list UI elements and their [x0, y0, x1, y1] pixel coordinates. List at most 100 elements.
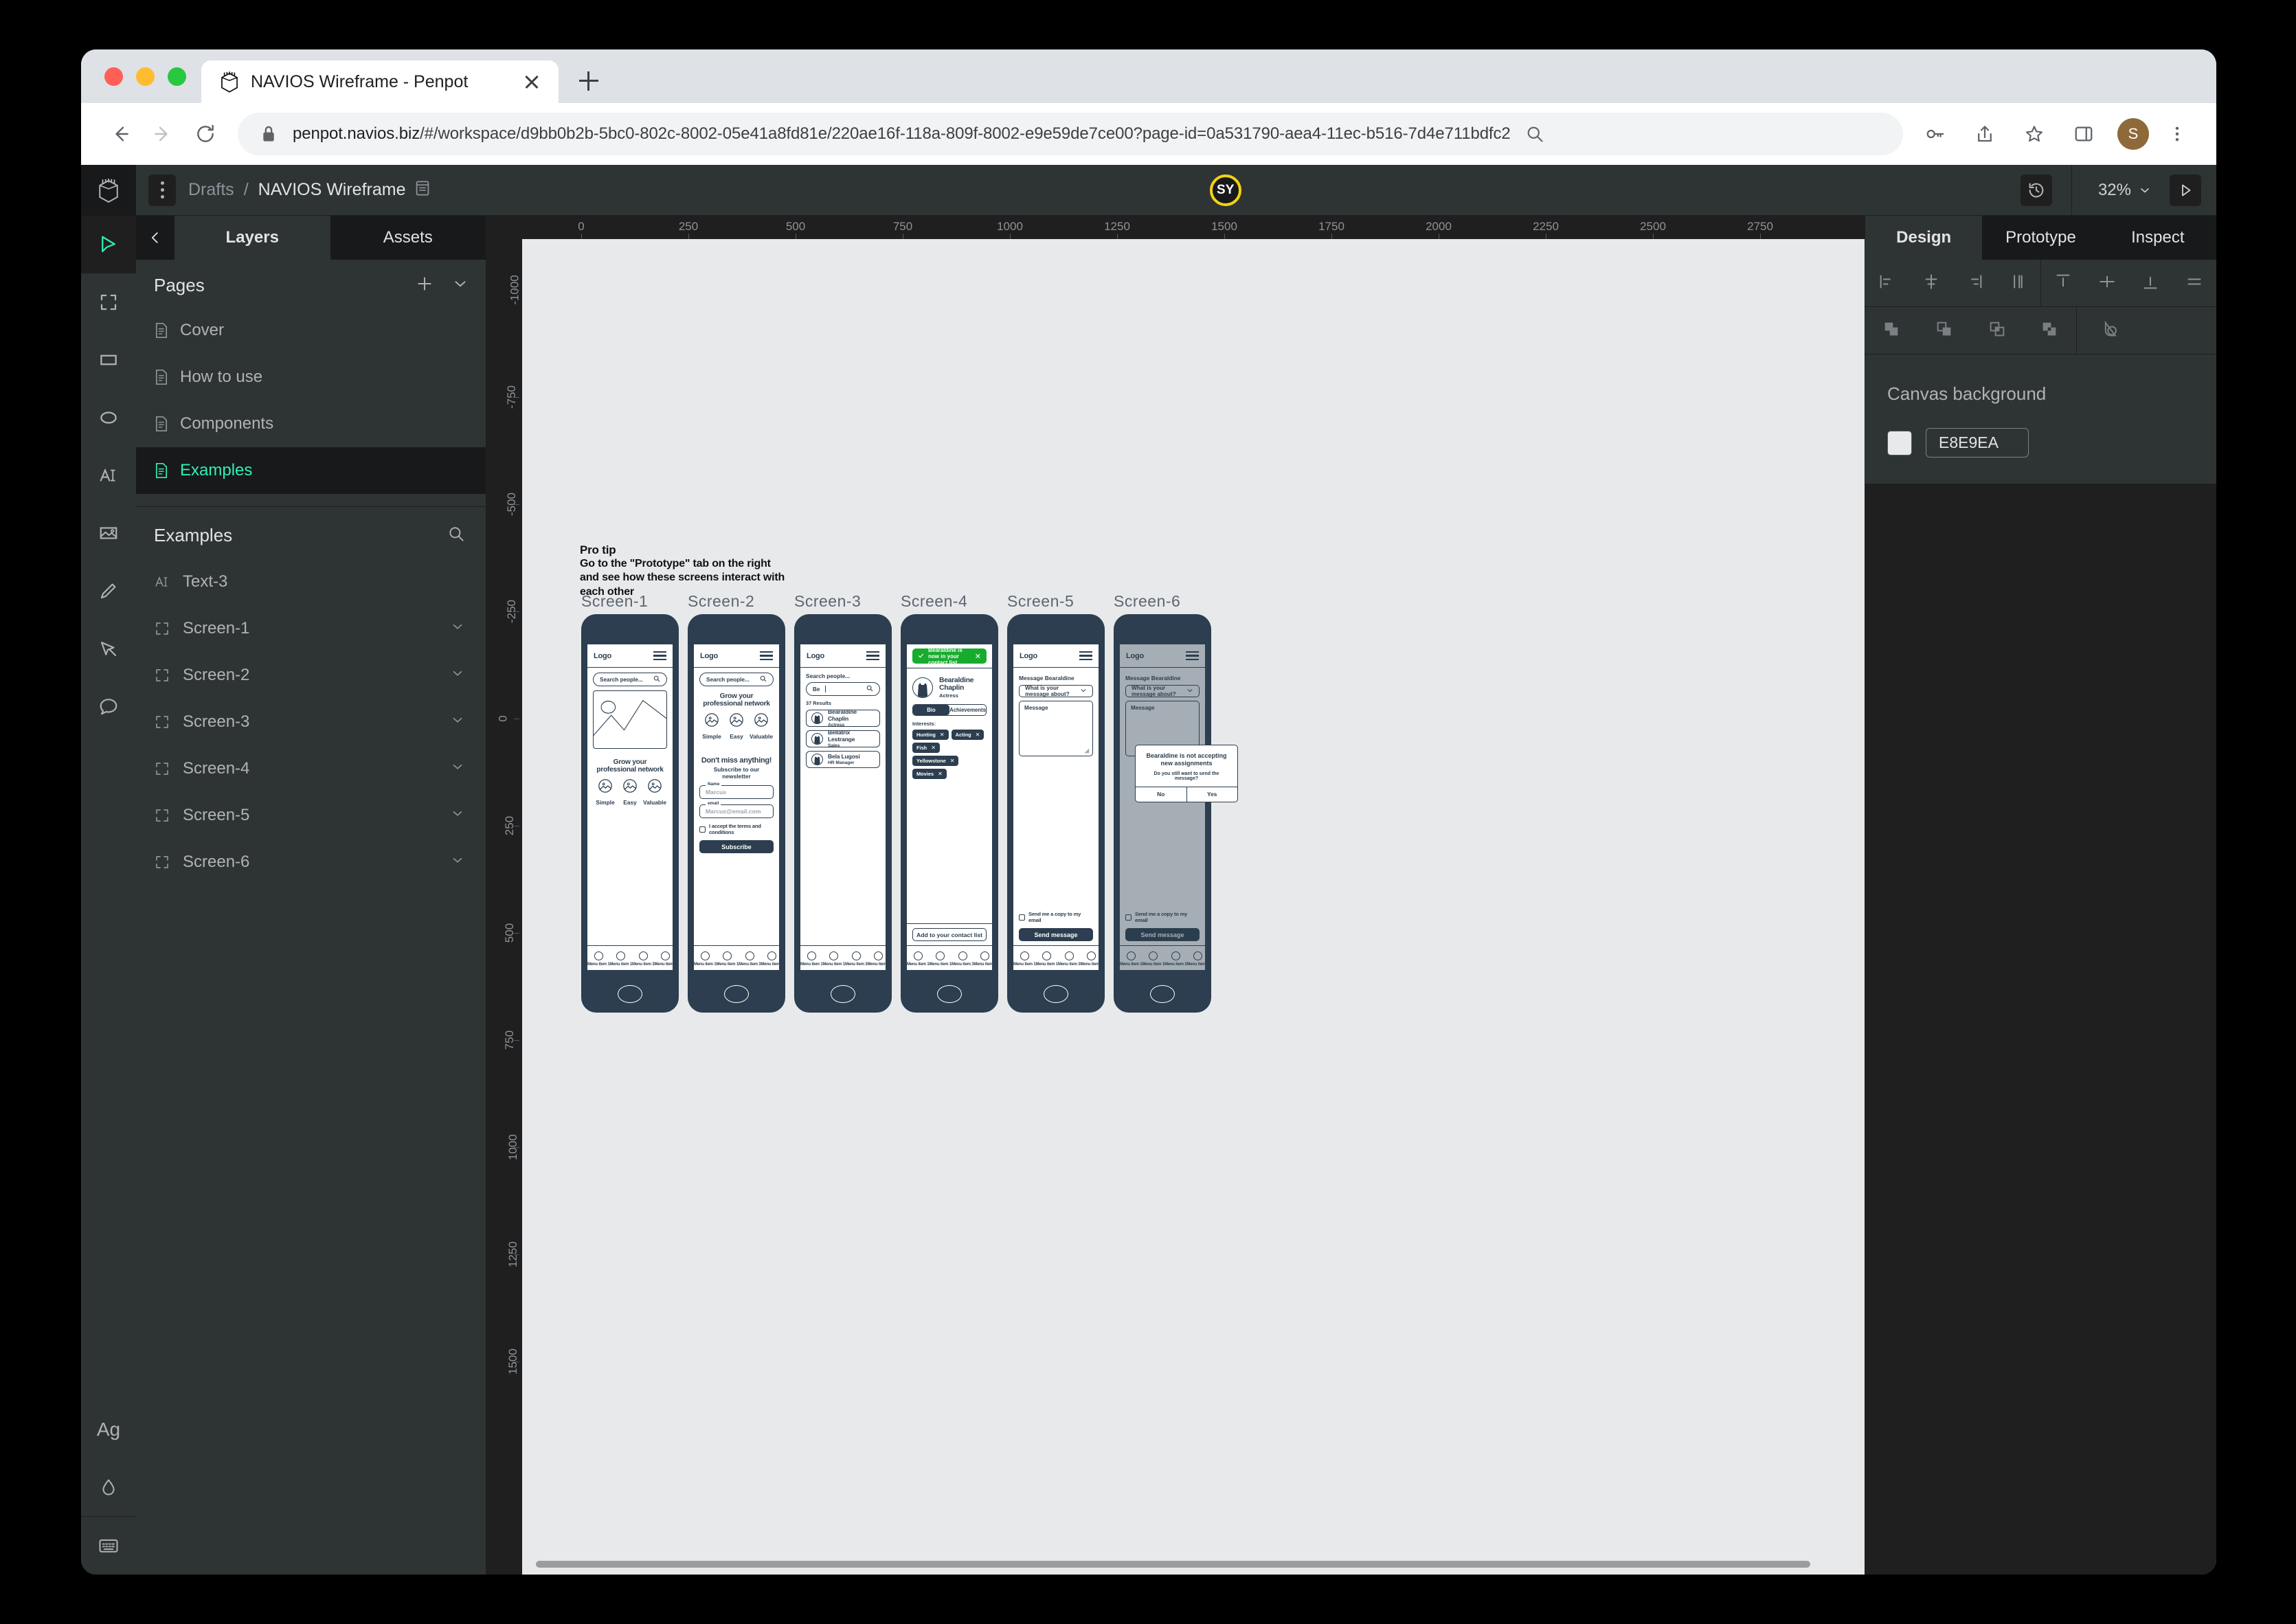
penpot-logo-icon[interactable]	[81, 164, 136, 216]
nav-item[interactable]: Menu item 1	[587, 951, 610, 967]
reload-button[interactable]	[184, 113, 227, 155]
layer-item-screen-3[interactable]: Screen-3	[136, 699, 486, 745]
browser-menu-icon[interactable]	[2156, 113, 2198, 155]
exclude-icon[interactable]	[2040, 319, 2059, 342]
library-icon[interactable]	[415, 180, 430, 200]
home-button[interactable]	[1150, 985, 1175, 1003]
nav-item[interactable]: Menu item 1	[929, 951, 952, 967]
hex-input[interactable]: E8E9EA	[1926, 428, 2029, 458]
comment-tool[interactable]	[81, 677, 136, 735]
remove-chip-icon[interactable]: ✕	[940, 732, 945, 738]
pointer-tool[interactable]	[81, 216, 136, 273]
nav-item[interactable]: Menu item 1	[1013, 951, 1036, 967]
layer-item-screen-1[interactable]: Screen-1	[136, 605, 486, 652]
color-swatch[interactable]	[1887, 430, 1912, 455]
tab-inspect[interactable]: Inspect	[2100, 216, 2216, 260]
screen-2-board[interactable]: Logo Search people... Grow your professi…	[688, 614, 785, 1013]
align-vertical-center-icon[interactable]	[2097, 272, 2117, 295]
hamburger-menu-icon[interactable]	[1079, 651, 1092, 660]
message-textarea[interactable]: Message	[1019, 701, 1093, 756]
copy-checkbox-row[interactable]: Send me a copy to my email	[1019, 911, 1093, 923]
align-bottom-icon[interactable]	[2141, 272, 2160, 295]
home-button[interactable]	[724, 985, 749, 1003]
ellipse-tool[interactable]	[81, 389, 136, 447]
hamburger-menu-icon[interactable]	[866, 651, 879, 660]
dialog-no-button[interactable]: No	[1136, 787, 1186, 802]
tab-bio[interactable]: Bio	[913, 705, 949, 715]
nav-item[interactable]: Menu item 3	[1058, 951, 1081, 967]
intersection-icon[interactable]	[1988, 319, 2007, 342]
collapse-pages-icon[interactable]	[451, 275, 469, 296]
screen-5-board[interactable]: Logo Message Bearaldine What is your mes…	[1007, 614, 1105, 1013]
side-panel-icon[interactable]	[2062, 113, 2105, 155]
nav-item[interactable]: Menu item 1	[716, 951, 739, 967]
text-tool[interactable]	[81, 447, 136, 504]
expand-layer-icon[interactable]	[450, 853, 465, 872]
layer-item-screen-4[interactable]: Screen-4	[136, 745, 486, 792]
tab-design[interactable]: Design	[1865, 216, 1983, 260]
nav-item[interactable]: Menu item 1	[907, 951, 930, 967]
align-right-icon[interactable]	[1965, 272, 1984, 295]
collaborator-avatar[interactable]: SY	[1209, 174, 1241, 206]
profile-avatar[interactable]: S	[2117, 118, 2149, 150]
distribute-vertical-icon[interactable]	[2185, 272, 2204, 295]
layer-item-screen-2[interactable]: Screen-2	[136, 652, 486, 699]
nav-item[interactable]: Menu item 4	[761, 951, 783, 967]
new-tab-button[interactable]	[568, 60, 609, 102]
nav-item[interactable]: Menu item 3	[845, 951, 868, 967]
name-input[interactable]: Marcus	[699, 785, 774, 799]
result-item[interactable]: Bela Lugosi HR Manager	[806, 751, 880, 768]
nav-item[interactable]: Menu item 1	[800, 951, 823, 967]
share-icon[interactable]	[1963, 113, 2006, 155]
nav-item[interactable]: Menu item 4	[654, 951, 677, 967]
layer-item-text-3[interactable]: Text-3	[136, 559, 486, 605]
breadcrumb-project[interactable]: Drafts	[188, 180, 234, 200]
interest-chip[interactable]: Fish ✕	[912, 743, 940, 753]
horizontal-scrollbar[interactable]	[536, 1561, 1810, 1568]
page-item-examples[interactable]: Examples	[136, 447, 486, 494]
terms-checkbox-row[interactable]: I accept the terms and conditions	[699, 823, 774, 835]
add-page-button[interactable]	[416, 275, 434, 296]
nav-item[interactable]: Menu item 1	[609, 951, 632, 967]
color-palette-tool[interactable]	[81, 1458, 136, 1516]
tab-achievements[interactable]: Achievements	[949, 705, 986, 715]
add-contact-button[interactable]: Add to your contact list	[912, 928, 987, 941]
close-icon[interactable]: ✕	[975, 652, 981, 661]
hamburger-menu-icon[interactable]	[760, 651, 773, 660]
interest-chip[interactable]: Yellowstone ✕	[912, 756, 959, 766]
expand-layer-icon[interactable]	[450, 666, 465, 686]
difference-icon[interactable]	[1935, 319, 1954, 342]
interest-chip[interactable]: Movies ✕	[912, 769, 947, 779]
dialog-yes-button[interactable]: Yes	[1186, 787, 1238, 802]
nav-item[interactable]: Menu item 1	[694, 951, 717, 967]
layer-item-screen-6[interactable]: Screen-6	[136, 839, 486, 886]
home-button[interactable]	[937, 985, 962, 1003]
screen-3-board[interactable]: Logo Search people... Be 37 Results Bear…	[794, 614, 892, 1013]
close-tab-button[interactable]	[520, 70, 543, 93]
search-input[interactable]: Search people...	[593, 673, 667, 686]
subscribe-button[interactable]: Subscribe	[699, 840, 774, 853]
breadcrumb-file-name[interactable]: NAVIOS Wireframe	[258, 180, 406, 200]
remove-chip-icon[interactable]: ✕	[931, 745, 936, 751]
nav-item[interactable]: Menu item 3	[632, 951, 655, 967]
align-top-icon[interactable]	[2053, 272, 2073, 295]
home-button[interactable]	[1044, 985, 1068, 1003]
expand-layer-icon[interactable]	[450, 759, 465, 779]
path-tool[interactable]	[81, 620, 136, 677]
page-item-cover[interactable]: Cover	[136, 307, 486, 354]
forward-button[interactable]	[142, 113, 184, 155]
board-tool[interactable]	[81, 273, 136, 331]
home-button[interactable]	[618, 985, 642, 1003]
minimize-window-button[interactable]	[136, 67, 155, 86]
nav-item[interactable]: Menu item 4	[867, 951, 890, 967]
align-horizontal-center-icon[interactable]	[1922, 272, 1941, 295]
hamburger-menu-icon[interactable]	[653, 651, 666, 660]
page-item-how-to-use[interactable]: How to use	[136, 354, 486, 401]
present-button[interactable]	[2170, 174, 2201, 206]
remove-chip-icon[interactable]: ✕	[938, 771, 943, 777]
send-message-button[interactable]: Send message	[1019, 928, 1093, 941]
result-item[interactable]: Bellatrix Lestrange Sales	[806, 729, 880, 748]
screen-4-board[interactable]: Bearaldine is now in your contact list ✕…	[901, 614, 998, 1013]
typography-tool[interactable]: Ag	[81, 1401, 136, 1458]
address-bar[interactable]: penpot.navios.biz/#/workspace/d9bb0b2b-5…	[238, 113, 1903, 155]
